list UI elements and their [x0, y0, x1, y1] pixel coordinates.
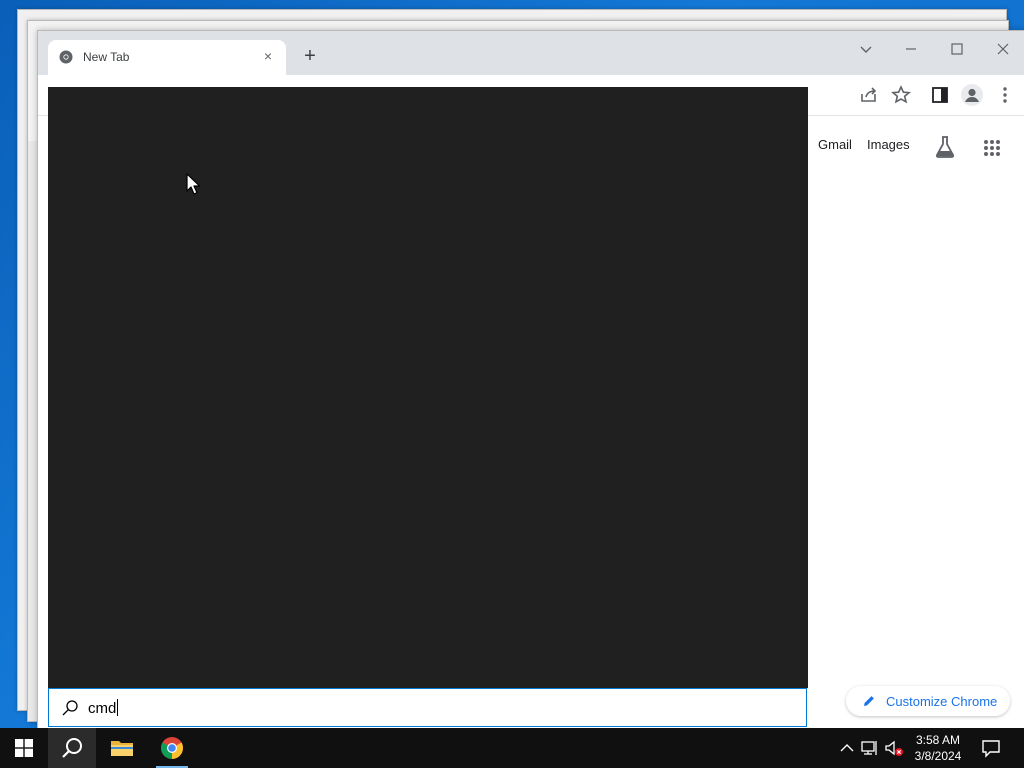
start-search-box[interactable]: cmd	[48, 688, 807, 727]
start-search-results-panel	[48, 87, 808, 688]
new-tab-button[interactable]: +	[296, 45, 324, 69]
pencil-icon	[862, 694, 876, 708]
search-query-text: cmd	[88, 700, 117, 717]
gmail-link[interactable]: Gmail	[818, 137, 852, 152]
search-input[interactable]: cmd	[88, 699, 119, 717]
customize-chrome-label: Customize Chrome	[886, 694, 998, 709]
maximize-icon	[951, 43, 963, 55]
start-button[interactable]	[0, 728, 48, 768]
network-icon[interactable]	[861, 738, 879, 758]
plus-icon: +	[304, 45, 316, 67]
minimize-button[interactable]	[891, 35, 931, 63]
file-explorer-icon	[111, 741, 133, 756]
notification-icon[interactable]	[980, 737, 1002, 759]
window-close-icon	[997, 43, 1009, 55]
taskbar: 3:58 AM 3/8/2024	[0, 728, 1024, 768]
labs-flask-icon[interactable]	[934, 135, 956, 159]
taskbar-search-button[interactable]	[48, 728, 96, 768]
mouse-pointer-icon	[186, 173, 201, 195]
star-icon[interactable]	[889, 83, 913, 107]
images-link[interactable]: Images	[867, 137, 910, 152]
taskbar-clock[interactable]: 3:58 AM 3/8/2024	[906, 732, 970, 764]
customize-chrome-button[interactable]: Customize Chrome	[846, 686, 1010, 716]
taskbar-chrome[interactable]	[148, 728, 196, 768]
profile-icon[interactable]	[960, 83, 984, 107]
chevron-down-icon	[860, 46, 872, 53]
taskbar-file-explorer[interactable]	[98, 728, 146, 768]
tab-strip: New Tab × +	[38, 31, 1024, 75]
desktop: New Tab × + Gmail Images Customize Chrom…	[0, 0, 1024, 730]
apps-grid-icon[interactable]	[983, 139, 1001, 157]
windows-start-icon	[15, 739, 33, 757]
minimize-icon	[906, 48, 916, 50]
tab-new-tab[interactable]: New Tab ×	[48, 40, 286, 75]
more-vert-icon[interactable]	[993, 83, 1017, 107]
close-icon[interactable]: ×	[260, 48, 276, 64]
volume-muted-icon[interactable]	[884, 738, 903, 758]
search-icon	[61, 699, 79, 717]
chrome-logo-icon	[161, 737, 183, 759]
tab-title: New Tab	[83, 50, 130, 64]
side-panel-icon[interactable]	[928, 83, 952, 107]
window-close-button[interactable]	[983, 35, 1023, 63]
clock-date: 3/8/2024	[914, 749, 962, 763]
clock-time: 3:58 AM	[915, 733, 961, 747]
chevron-up-icon[interactable]	[838, 738, 856, 758]
chrome-logo-icon	[59, 50, 73, 64]
tab-search-button[interactable]	[846, 35, 886, 63]
share-icon[interactable]	[857, 83, 881, 107]
text-caret	[117, 699, 119, 716]
maximize-button[interactable]	[937, 35, 977, 63]
search-icon	[62, 738, 82, 758]
